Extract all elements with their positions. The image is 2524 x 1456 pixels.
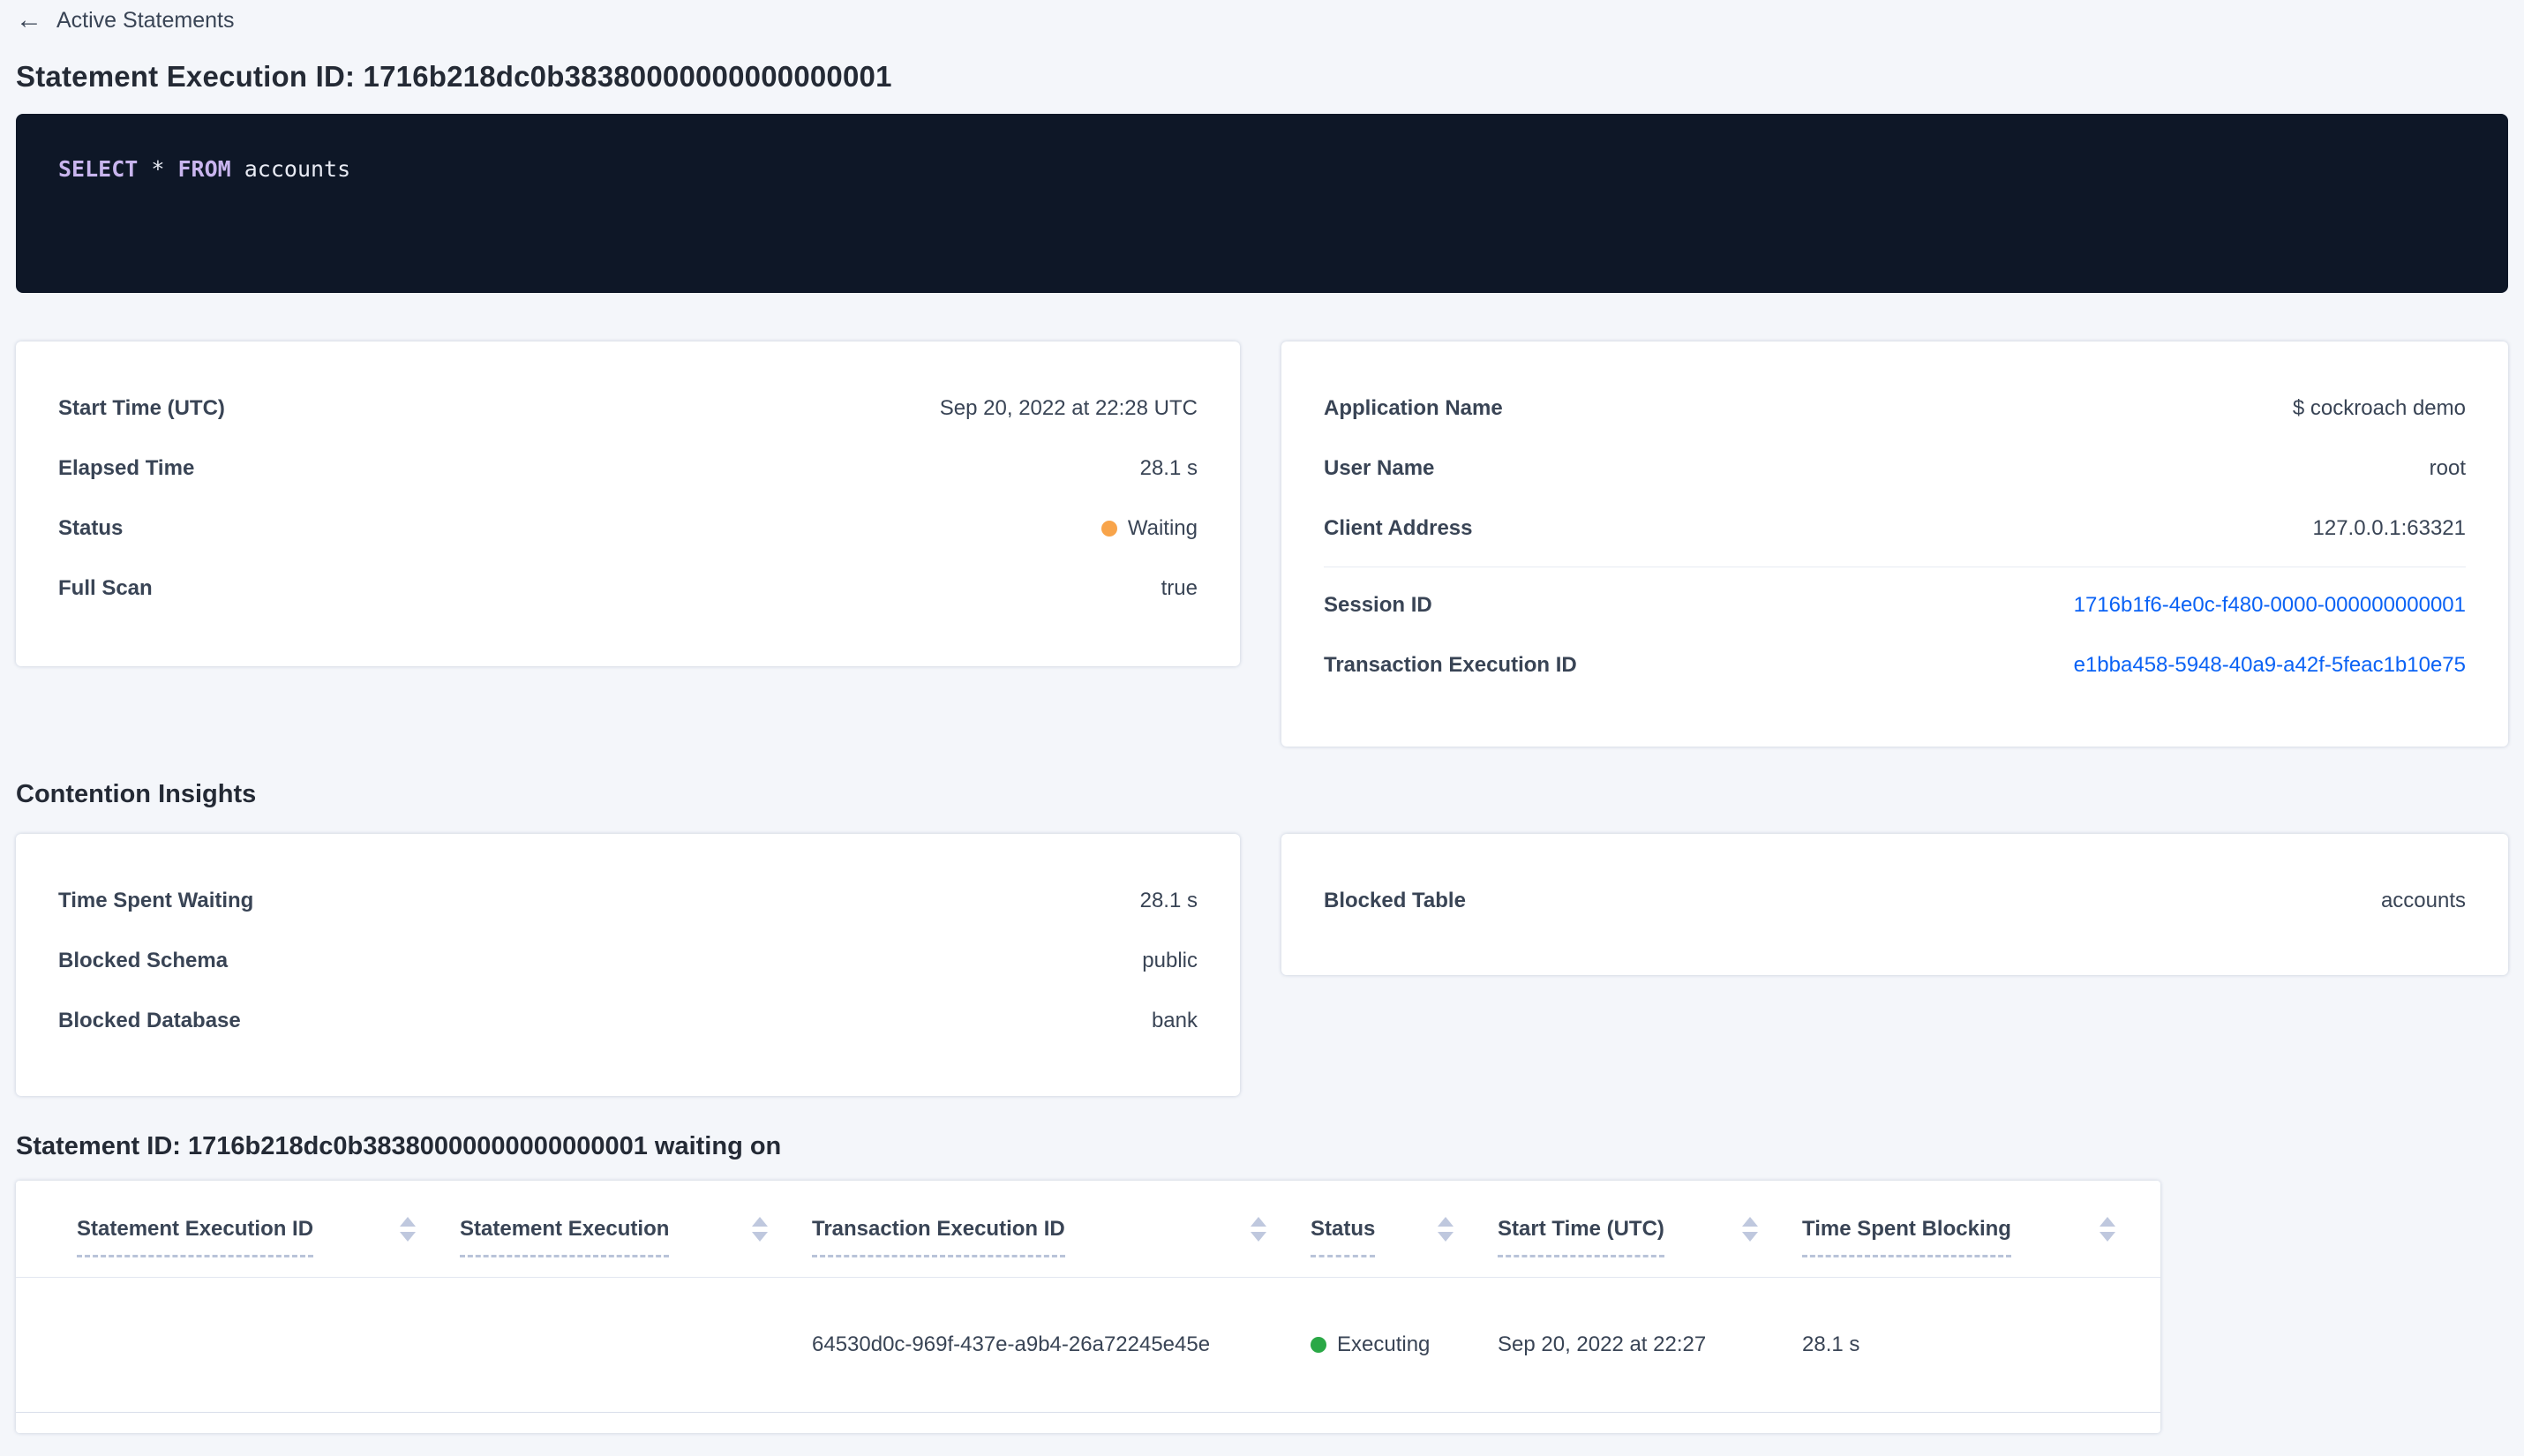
sort-icon[interactable]	[752, 1216, 768, 1242]
sort-icon[interactable]	[1251, 1216, 1266, 1242]
column-header-statement-execution-id[interactable]: Statement Execution ID	[77, 1216, 460, 1257]
column-header-label: Transaction Execution ID	[812, 1216, 1065, 1257]
info-label: Time Spent Waiting	[58, 889, 254, 912]
sql-keyword: SELECT	[58, 156, 139, 182]
info-label: Session ID	[1324, 593, 1432, 617]
info-row-session-id: Session ID 1716b1f6-4e0c-f480-0000-00000…	[1324, 575, 2466, 635]
info-row-transaction-execution-id: Transaction Execution ID e1bba458-5948-4…	[1324, 635, 2466, 695]
statement-overview-card: Start Time (UTC) Sep 20, 2022 at 22:28 U…	[16, 341, 1240, 666]
info-label: Client Address	[1324, 516, 1473, 540]
sort-icon[interactable]	[1742, 1216, 1758, 1242]
status-executing-dot-icon	[1311, 1337, 1326, 1353]
status-text: Waiting	[1127, 516, 1198, 540]
statement-details-page: ← Active Statements Statement Execution …	[0, 0, 2524, 1433]
contention-insights-heading: Contention Insights	[16, 780, 257, 808]
back-link-label: Active Statements	[56, 7, 235, 33]
info-value: true	[1161, 576, 1198, 600]
column-header-label: Start Time (UTC)	[1498, 1216, 1664, 1257]
contention-details-card: Time Spent Waiting 28.1 s Blocked Schema…	[16, 834, 1240, 1096]
sort-icon[interactable]	[1438, 1216, 1454, 1242]
overview-cards-row: Start Time (UTC) Sep 20, 2022 at 22:28 U…	[16, 341, 2508, 747]
info-row-elapsed-time: Elapsed Time 28.1 s	[58, 439, 1198, 499]
info-label: Status	[58, 516, 124, 540]
info-value: Sep 20, 2022 at 22:28 UTC	[939, 396, 1198, 420]
table-header-row: Statement Execution ID Statement Executi…	[16, 1181, 2160, 1278]
sort-icon[interactable]	[400, 1216, 416, 1242]
page-title: Statement Execution ID: 1716b218dc0b3838…	[16, 60, 892, 93]
column-header-time-spent-blocking[interactable]: Time Spent Blocking	[1802, 1216, 2160, 1257]
sql-statement-text: SELECT * FROM accounts	[58, 154, 2466, 184]
sort-icon[interactable]	[2100, 1216, 2115, 1242]
info-row-client-address: Client Address 127.0.0.1:63321	[1324, 499, 2466, 559]
info-value: public	[1142, 949, 1198, 972]
info-row-status: Status Waiting	[58, 499, 1198, 559]
cell-status: Executing	[1311, 1332, 1498, 1357]
cell-transaction-execution-id: 64530d0c-969f-437e-a9b4-26a72245e45e	[812, 1332, 1211, 1356]
info-value: accounts	[2380, 889, 2466, 912]
sql-statement-box: SELECT * FROM accounts	[16, 114, 2508, 293]
column-header-label: Statement Execution ID	[77, 1216, 314, 1257]
info-value: root	[2429, 456, 2466, 480]
cell-time-spent-blocking: 28.1 s	[1802, 1332, 1860, 1356]
column-header-label: Time Spent Blocking	[1802, 1216, 2011, 1257]
info-value: 127.0.0.1:63321	[2312, 516, 2467, 540]
status-value: Waiting	[1100, 516, 1198, 541]
sql-text: accounts	[230, 156, 351, 182]
status-text: Executing	[1337, 1332, 1431, 1356]
info-row-start-time: Start Time (UTC) Sep 20, 2022 at 22:28 U…	[58, 379, 1198, 439]
info-value: 28.1 s	[1139, 456, 1198, 480]
info-row-application-name: Application Name $ cockroach demo	[1324, 379, 2466, 439]
info-row-blocked-database: Blocked Database bank	[58, 991, 1198, 1051]
info-label: Blocked Schema	[58, 949, 229, 972]
sql-text: *	[138, 156, 178, 182]
session-info-card: Application Name $ cockroach demo User N…	[1281, 341, 2508, 747]
status-waiting-dot-icon	[1100, 521, 1117, 537]
transaction-execution-id-link[interactable]: e1bba458-5948-40a9-a42f-5feac1b10e75	[2074, 653, 2466, 678]
info-row-time-spent-waiting: Time Spent Waiting 28.1 s	[58, 871, 1198, 931]
info-label: Full Scan	[58, 576, 153, 600]
info-row-user-name: User Name root	[1324, 439, 2466, 499]
info-value: 28.1 s	[1139, 889, 1198, 912]
info-label: Blocked Table	[1324, 889, 1466, 912]
column-header-label: Statement Execution	[460, 1216, 670, 1257]
info-label: Application Name	[1324, 396, 1503, 420]
contention-cards-row: Time Spent Waiting 28.1 s Blocked Schema…	[16, 834, 2508, 1096]
session-id-link[interactable]: 1716b1f6-4e0c-f480-0000-000000000001	[2074, 593, 2466, 618]
info-label: Blocked Database	[58, 1009, 241, 1032]
info-label: Start Time (UTC)	[58, 396, 225, 420]
info-label: User Name	[1324, 456, 1435, 480]
info-label: Elapsed Time	[58, 456, 195, 480]
column-header-status[interactable]: Status	[1311, 1216, 1498, 1257]
blocked-table-card: Blocked Table accounts	[1281, 834, 2508, 975]
info-row-full-scan: Full Scan true	[58, 559, 1198, 619]
column-header-statement-execution[interactable]: Statement Execution	[460, 1216, 812, 1257]
column-header-label: Status	[1311, 1216, 1376, 1257]
back-arrow-icon: ←	[16, 5, 42, 34]
info-row-blocked-table: Blocked Table accounts	[1324, 871, 2466, 931]
back-link[interactable]: ← Active Statements	[16, 5, 234, 35]
info-value: bank	[1151, 1009, 1198, 1032]
column-header-transaction-execution-id[interactable]: Transaction Execution ID	[812, 1216, 1311, 1257]
waiting-statements-table: Statement Execution ID Statement Executi…	[16, 1181, 2160, 1433]
sql-keyword: FROM	[177, 156, 231, 182]
info-label: Transaction Execution ID	[1324, 653, 1577, 677]
cell-start-time: Sep 20, 2022 at 22:27	[1498, 1332, 1707, 1356]
info-row-blocked-schema: Blocked Schema public	[58, 931, 1198, 991]
waiting-on-heading: Statement ID: 1716b218dc0b38380000000000…	[16, 1132, 782, 1160]
table-row: 64530d0c-969f-437e-a9b4-26a72245e45e Exe…	[16, 1278, 2160, 1413]
info-value: $ cockroach demo	[2292, 396, 2466, 420]
column-header-start-time[interactable]: Start Time (UTC)	[1498, 1216, 1802, 1257]
